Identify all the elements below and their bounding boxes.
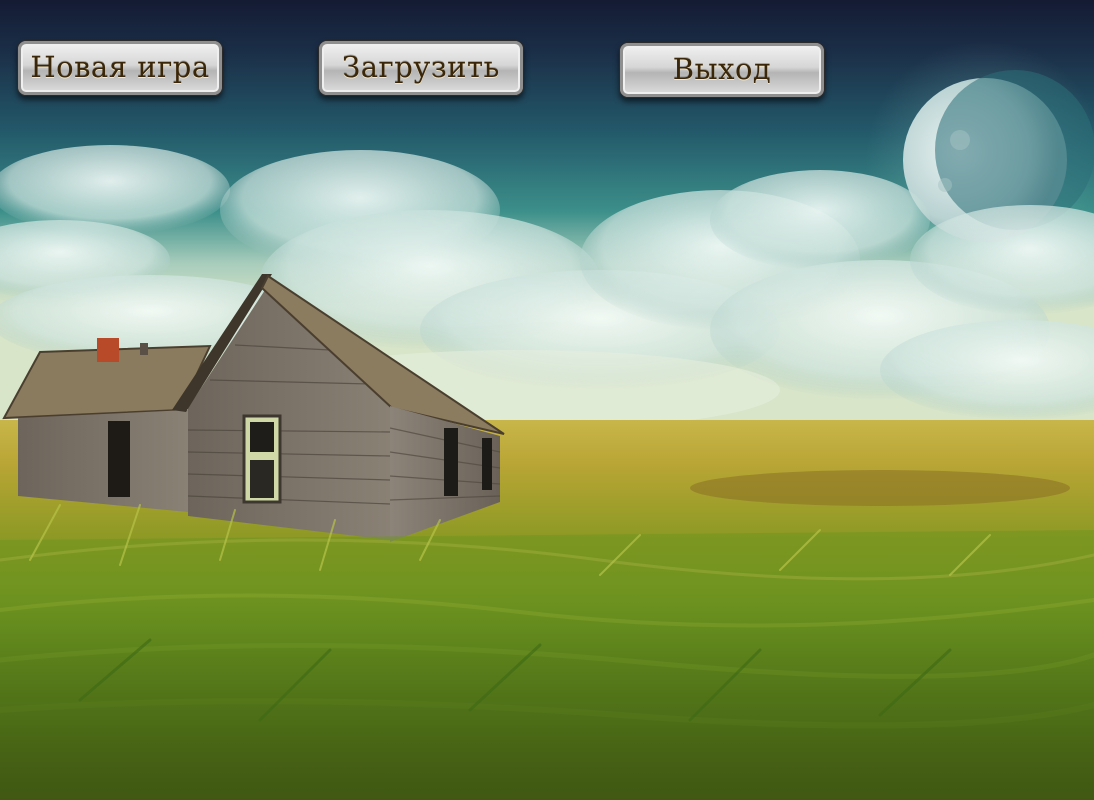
load-game-button[interactable]: Загрузить	[318, 40, 524, 96]
background-scene	[0, 0, 1094, 800]
new-game-button[interactable]: Новая игра	[17, 40, 223, 96]
exit-label: Выход	[672, 51, 772, 86]
new-game-label: Новая игра	[30, 49, 210, 84]
load-game-label: Загрузить	[342, 49, 500, 84]
main-menu-screen: Новая игра Загрузить Выход	[0, 0, 1094, 800]
exit-button[interactable]: Выход	[619, 42, 825, 98]
foreground-grass	[0, 504, 1094, 800]
